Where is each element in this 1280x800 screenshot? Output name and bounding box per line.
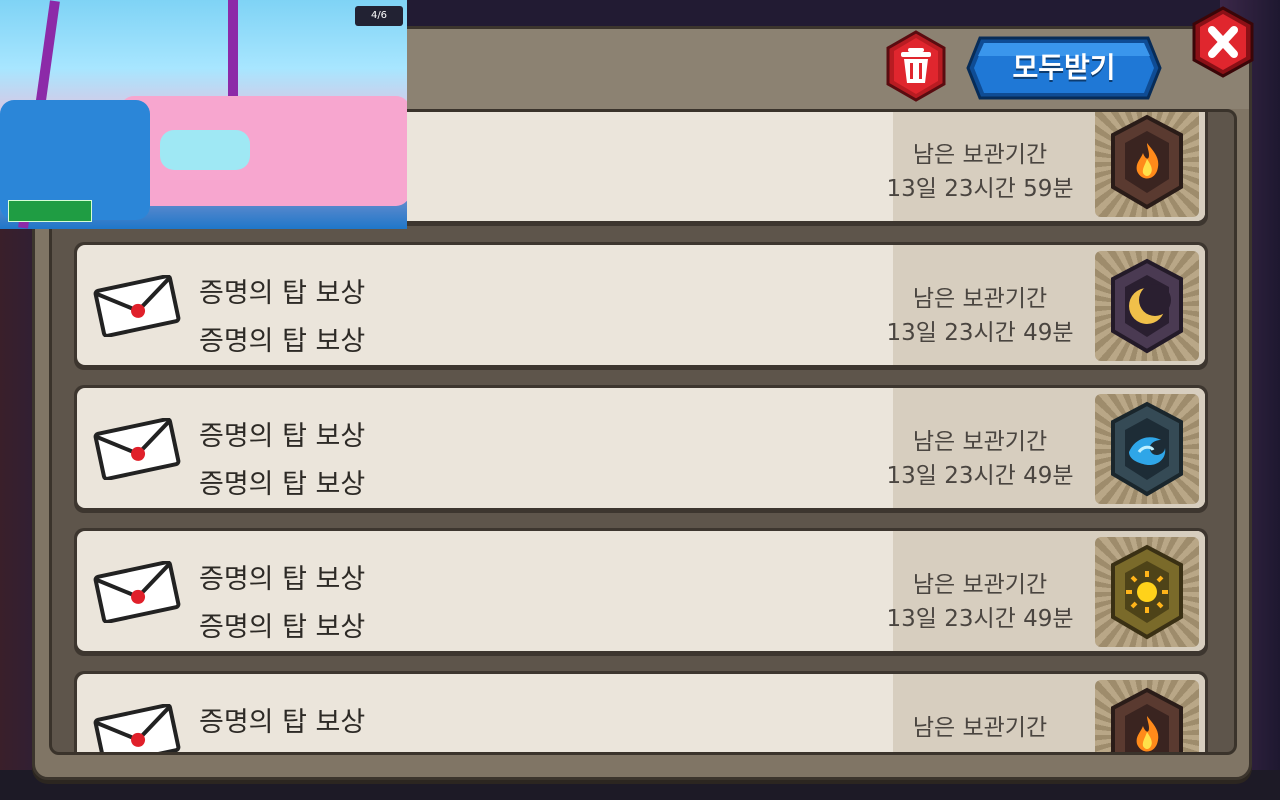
mail-item[interactable]: 증명의 탑 보상 증명의 탑 보상 남은 보관기간 13일 23시간 49분	[74, 385, 1208, 513]
expire-time: 13일 23시간 59분	[886, 176, 1074, 202]
mail-item[interactable]: 증명의 탑 보상 증명의 탑 보상 남은 보관기간 13일 23시간 49분	[74, 528, 1208, 656]
expire-label: 남은 보관기간	[912, 286, 1048, 312]
mail-item-body: 증명의 탑 보상 증명의 탑 보상 남은 보관기간 13일 23시간 49분	[77, 531, 1205, 651]
mail-title: 증명의 탑 보상	[199, 421, 366, 452]
sun-gem-icon[interactable]	[1095, 537, 1199, 647]
expire-time: 13일 23시간 49분	[886, 320, 1074, 346]
close-button[interactable]	[1190, 6, 1256, 78]
expire-time: 13일 23시간 49분	[886, 463, 1074, 489]
mail-item[interactable]: 증명의 탑 보상 남은 보관기간	[74, 671, 1208, 752]
delete-button[interactable]	[884, 30, 948, 102]
expire-label: 남은 보관기간	[912, 429, 1048, 455]
mail-subtitle: 증명의 탑 보상	[199, 326, 366, 357]
video-beam	[228, 0, 238, 100]
mail-subtitle: 증명의 탑 보상	[199, 612, 366, 643]
envelope-icon	[93, 275, 181, 337]
mail-item-body: 증명의 탑 보상 증명의 탑 보상 남은 보관기간 13일 23시간 49분	[77, 388, 1205, 508]
trash-icon	[886, 30, 946, 102]
mail-title: 증명의 탑 보상	[199, 278, 366, 309]
envelope-icon	[93, 561, 181, 623]
expire-label: 남은 보관기간	[912, 715, 1048, 741]
close-icon	[1192, 6, 1254, 78]
mail-item-body: 증명의 탑 보상 남은 보관기간	[77, 674, 1205, 752]
expire-label: 남은 보관기간	[912, 572, 1048, 598]
expire-time: 13일 23시간 49분	[886, 606, 1074, 632]
video-status: 4/6	[355, 6, 403, 26]
receive-all-label: 모두받기	[1012, 51, 1116, 84]
envelope-icon	[93, 418, 181, 480]
mail-subtitle: 증명의 탑 보상	[199, 469, 366, 500]
video-platform	[160, 130, 250, 170]
mail-title: 증명의 탑 보상	[199, 707, 366, 738]
envelope-icon	[93, 704, 181, 752]
fire-gem-icon[interactable]	[1095, 680, 1199, 752]
video-badge	[8, 200, 92, 222]
moon-gem-icon[interactable]	[1095, 251, 1199, 361]
water-gem-icon[interactable]	[1095, 394, 1199, 504]
mail-item-body: 증명의 탑 보상 증명의 탑 보상 남은 보관기간 13일 23시간 49분	[77, 245, 1205, 365]
video-overlay[interactable]: 4/6	[0, 0, 407, 229]
expire-label: 남은 보관기간	[912, 142, 1048, 168]
mail-title: 증명의 탑 보상	[199, 564, 366, 595]
mail-item[interactable]: 증명의 탑 보상 증명의 탑 보상 남은 보관기간 13일 23시간 49분	[74, 242, 1208, 370]
fire-gem-icon[interactable]	[1095, 112, 1199, 217]
receive-all-button[interactable]: 모두받기	[966, 36, 1162, 100]
